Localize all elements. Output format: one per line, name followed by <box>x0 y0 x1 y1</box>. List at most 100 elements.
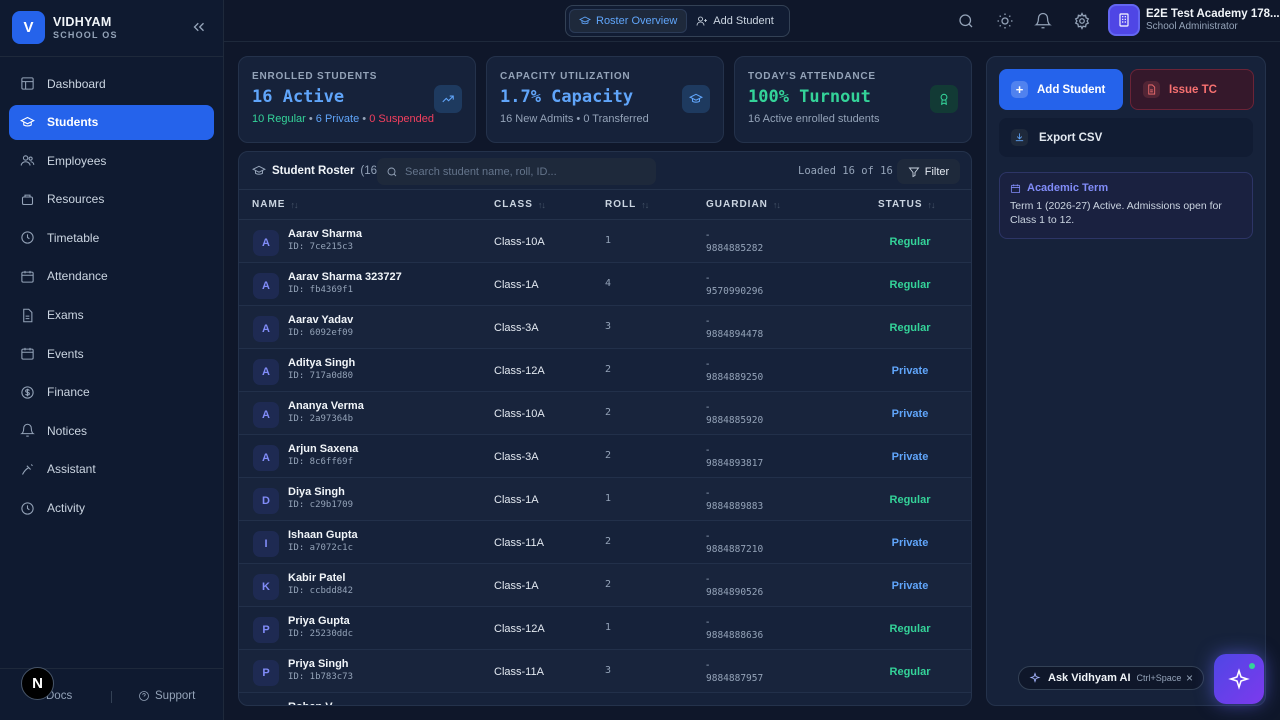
table-row[interactable]: K Kabir Patel ID: ccbdd842 Class-1A 2 - 988489… <box>239 564 971 607</box>
student-name[interactable]: Ananya Verma <box>288 400 364 412</box>
add-student-button[interactable]: + Add Student <box>999 69 1123 110</box>
search-input[interactable] <box>405 165 645 178</box>
student-name[interactable]: Kabir Patel <box>288 572 345 584</box>
table-row[interactable]: I Ishaan Gupta ID: a7072c1c Class-11A 2 - 9884… <box>239 521 971 564</box>
column-header-guardian[interactable]: GUARDIAN ↑↓ <box>706 199 781 210</box>
profile-menu[interactable]: E2E Test Academy 178... School Administr… <box>1108 4 1280 36</box>
table-row[interactable]: D Diya Singh ID: c29b1709 Class-1A 1 - 9884889… <box>239 478 971 521</box>
sidebar-item-dashboard[interactable]: Dashboard <box>9 66 214 101</box>
stat-breakdown: 10 Regular • 6 Private • 0 Suspended <box>252 113 462 125</box>
gear-icon[interactable] <box>1073 12 1091 30</box>
student-name[interactable]: Arjun Saxena <box>288 443 358 455</box>
ask-ai-pill[interactable]: Ask Vidhyam AI Ctrl+Space × <box>1018 666 1204 690</box>
student-name[interactable]: Ishaan Gupta <box>288 529 358 541</box>
export-csv-button[interactable]: Export CSV <box>999 118 1253 157</box>
brand[interactable]: V VIDHYAM SCHOOL OS <box>12 11 118 44</box>
calendar-icon <box>1010 183 1021 193</box>
student-name[interactable]: Priya Gupta <box>288 615 350 627</box>
tab-add-student[interactable]: Add Student <box>687 9 783 33</box>
issue-tc-button[interactable]: Issue TC <box>1130 69 1254 110</box>
clock-icon <box>21 501 34 515</box>
collapse-sidebar-icon[interactable] <box>190 18 208 36</box>
sidebar-item-assistant[interactable]: Assistant <box>9 452 214 487</box>
dollar-icon <box>21 386 34 399</box>
term-text: Term 1 (2026-27) Active. Admissions open… <box>1010 200 1222 226</box>
student-class: Class-12A <box>494 623 545 635</box>
status-badge: Private <box>891 408 929 420</box>
search-box[interactable] <box>377 158 656 185</box>
table-row[interactable]: P Priya Gupta ID: 25230ddc Class-12A 1 - 98848… <box>239 607 971 650</box>
breakdown-part: 0 Suspended <box>369 113 435 125</box>
breakdown-part: 6 Private <box>315 113 360 125</box>
sidebar-item-employees[interactable]: Employees <box>9 143 214 178</box>
add-student-label: Add Student <box>1037 83 1106 96</box>
column-header-name[interactable]: NAME ↑↓ <box>252 199 298 210</box>
sidebar-item-notices[interactable]: Notices <box>9 413 214 448</box>
student-avatar: P <box>253 617 279 643</box>
status-badge: Regular <box>889 494 931 506</box>
guardian-phone: 9884894478 <box>706 329 764 340</box>
student-avatar: A <box>253 273 279 299</box>
guardian-name: - <box>706 316 710 327</box>
close-icon[interactable]: × <box>1186 671 1193 685</box>
sidebar-item-activity[interactable]: Activity <box>9 491 214 526</box>
status-badge: Regular <box>889 279 931 291</box>
student-roll: 1 <box>605 235 612 246</box>
table-row[interactable]: A Arjun Saxena ID: 8c6ff69f Class-3A 2 - 98848… <box>239 435 971 478</box>
student-name[interactable]: Aditya Singh <box>288 357 355 369</box>
sidebar-item-events[interactable]: Events <box>9 336 214 371</box>
student-id: ID: 717a0d80 <box>288 371 354 381</box>
theme-toggle-icon[interactable] <box>996 12 1014 30</box>
table-row[interactable]: Rohan V... <box>239 693 971 705</box>
student-name[interactable]: Aarav Sharma <box>288 228 362 240</box>
student-roster: Student Roster (16) Loaded 16 of 16 Filt… <box>238 151 972 706</box>
student-name[interactable]: Diya Singh <box>288 486 345 498</box>
table-row[interactable]: A Aditya Singh ID: 717a0d80 Class-12A 2 - 9884… <box>239 349 971 392</box>
download-icon <box>1011 129 1028 146</box>
sidebar-item-resources[interactable]: Resources <box>9 182 214 217</box>
status-badge: Private <box>891 580 929 592</box>
student-roll: 1 <box>605 622 612 633</box>
support-link[interactable]: Support <box>138 690 195 702</box>
student-avatar: A <box>253 359 279 385</box>
calendar-icon <box>21 348 34 360</box>
guardian-phone: 9884889883 <box>706 501 764 512</box>
search-icon[interactable] <box>957 12 975 30</box>
academic-term-card: Academic Term Term 1 (2026-27) Active. A… <box>999 172 1253 239</box>
bell-icon[interactable] <box>1034 12 1052 30</box>
sidebar-item-exams[interactable]: Exams <box>9 298 214 333</box>
column-header-status[interactable]: STATUS ↑↓ <box>878 199 936 210</box>
student-name[interactable]: Priya Singh <box>288 658 349 670</box>
n-badge[interactable]: N <box>21 667 54 700</box>
student-name[interactable]: Aarav Yadav <box>288 314 353 326</box>
status-badge: Private <box>891 537 929 549</box>
column-header-roll[interactable]: ROLL ↑↓ <box>605 199 649 210</box>
sidebar-item-label: Notices <box>47 423 88 438</box>
ai-assistant-button[interactable] <box>1214 654 1264 704</box>
sidebar-item-students[interactable]: Students <box>9 104 214 140</box>
building-icon <box>1119 13 1129 27</box>
student-class: Class-11A <box>494 537 544 549</box>
document-icon <box>1143 81 1160 98</box>
breakdown-part: • <box>359 113 370 125</box>
filter-button[interactable]: Filter <box>897 159 960 184</box>
guardian-name: - <box>706 488 710 499</box>
view-switcher: Roster Overview Add Student <box>565 5 790 37</box>
table-row[interactable]: A Aarav Sharma 323727 ID: fb4369f1 Class-1A… <box>239 263 971 306</box>
sidebar-item-attendance[interactable]: Attendance <box>9 259 214 294</box>
table-row[interactable]: A Ananya Verma ID: 2a97364b Class-10A 2 - 9884… <box>239 392 971 435</box>
table-row[interactable]: A Aarav Yadav ID: 6092ef09 Class-3A 3 - 988489… <box>239 306 971 349</box>
student-avatar: K <box>253 574 279 600</box>
student-name[interactable]: Aarav Sharma 323727 <box>288 271 402 283</box>
sidebar-item-timetable[interactable]: Timetable <box>9 220 214 255</box>
sidebar-item-finance[interactable]: Finance <box>9 375 214 410</box>
student-class: Class-1A <box>494 494 539 506</box>
student-name[interactable]: Rohan V... <box>288 701 341 705</box>
sidebar-item-label: Finance <box>47 385 90 400</box>
issue-tc-label: Issue TC <box>1169 83 1217 96</box>
stat-label: ENROLLED STUDENTS <box>252 71 378 82</box>
tab-roster-overview[interactable]: Roster Overview <box>569 9 688 33</box>
table-row[interactable]: P Priya Singh ID: 1b783c73 Class-11A 3 - 98848… <box>239 650 971 693</box>
table-row[interactable]: A Aarav Sharma ID: 7ce215c3 Class-10A 1 - 9884… <box>239 220 971 263</box>
column-header-class[interactable]: CLASS ↑↓ <box>494 199 546 210</box>
